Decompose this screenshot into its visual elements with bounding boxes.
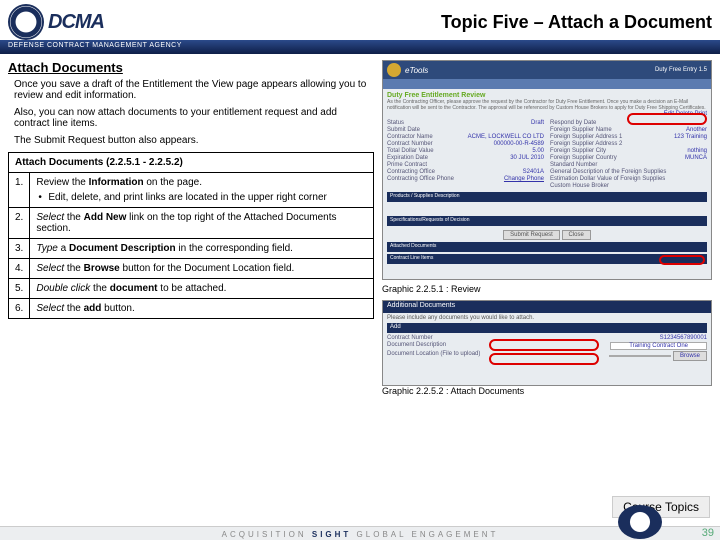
attached-bar: Attached Documents [387, 242, 707, 252]
seal-icon [387, 63, 401, 77]
caption-1: Graphic 2.2.5.1 : Review [382, 284, 712, 294]
steps-header: Attach Documents (2.2.5.1 - 2.2.5.2) [9, 153, 374, 173]
file-input[interactable] [609, 355, 671, 357]
f: Contract Number [387, 141, 433, 147]
section-title: Attach Documents [8, 60, 374, 75]
step-text: Review the Information on the page. Edit… [30, 173, 374, 208]
f: Foreign Supplier Address 1 [550, 134, 622, 140]
f: Contracting Office [387, 169, 435, 175]
footer-seal-icon [618, 505, 662, 539]
add-bar[interactable]: Add [387, 323, 707, 333]
spec-bar: Specifications/Requests of Decision [387, 216, 707, 226]
f: Custom House Broker [550, 183, 609, 189]
step-num: 6. [9, 299, 30, 319]
f: Contracting Office Phone [387, 176, 454, 182]
step-text: Select the add button. [30, 299, 374, 319]
f: Document Description [387, 342, 446, 350]
f: General Description of the Foreign Suppl… [550, 169, 666, 175]
browse-button[interactable]: Browse [673, 351, 707, 361]
highlight-ring [489, 339, 599, 351]
step-bullet: Edit, delete, and print links are locate… [36, 192, 367, 203]
f: Respond by Date [550, 120, 596, 126]
logo-text: DCMA [48, 11, 104, 34]
v: 5.00 [532, 148, 544, 154]
ss-sub: As the Contracting Officer, please appro… [387, 99, 707, 111]
step-text: Select the Browse button for the Documen… [30, 259, 374, 279]
v: Another [686, 127, 707, 133]
step-num: 3. [9, 239, 30, 259]
f: Expiration Date [387, 155, 428, 161]
table-row: 1. Review the Information on the page. E… [9, 173, 374, 208]
f: Foreign Supplier Country [550, 155, 617, 161]
f: Total Dollar Value [387, 148, 434, 154]
topic-title: Topic Five – Attach a Document [441, 12, 712, 33]
submit-request-button[interactable]: Submit Request [503, 230, 560, 240]
v: S1234567890001 [660, 335, 707, 341]
highlight-ring [627, 113, 707, 125]
v: Draft [531, 120, 544, 126]
step-num: 5. [9, 279, 30, 299]
v: 123 Training [674, 134, 707, 140]
v: MUNCA [685, 155, 707, 161]
page-number: 39 [702, 527, 714, 539]
step-num: 1. [9, 173, 30, 208]
additional-docs-head: Additional Documents [383, 301, 711, 313]
v: 30 JUL 2010 [510, 155, 544, 161]
f: Foreign Supplier Name [550, 127, 612, 133]
f: Submit Date [387, 127, 420, 133]
f: Contractor Name [387, 134, 433, 140]
intro-p2: Also, you can now attach documents to yo… [8, 107, 374, 129]
v: nothing [687, 148, 707, 154]
close-button[interactable]: Close [562, 230, 591, 240]
intro-p3: The Submit Request button also appears. [8, 135, 374, 146]
table-row: 3.Type a Document Description in the cor… [9, 239, 374, 259]
f: Prime Contract [387, 162, 427, 168]
highlight-ring [489, 353, 599, 365]
f: Document Location (File to upload) [387, 351, 480, 361]
caption-2: Graphic 2.2.5.2 : Attach Documents [382, 386, 712, 396]
table-row: 6.Select the add button. [9, 299, 374, 319]
v: 000000-00-R-4589 [494, 141, 544, 147]
f: Contract Number [387, 335, 433, 341]
f: Foreign Supplier City [550, 148, 606, 154]
products-bar: Products / Supplies Description [387, 192, 707, 202]
step-text: Double click the document to be attached… [30, 279, 374, 299]
dcma-seal-icon [8, 4, 44, 40]
etools-label: eTools [405, 66, 428, 75]
step-text: Select the Add New link on the top right… [30, 208, 374, 239]
f: Foreign Supplier Address 2 [550, 141, 622, 147]
intro-p1: Once you save a draft of the Entitlement… [8, 79, 374, 101]
step-main: Review the Information on the page. [36, 177, 367, 188]
ss-title: Duty Free Entitlement Review [387, 92, 707, 99]
ss2-sub: Please include any documents you would l… [387, 315, 707, 321]
highlight-ring [659, 255, 705, 265]
agency-bar: DEFENSE CONTRACT MANAGEMENT AGENCY [0, 40, 720, 54]
logo: DCMA [8, 4, 104, 40]
v: ACME, LOCKWELL CO LTD [468, 134, 544, 140]
table-row: 2.Select the Add New link on the top rig… [9, 208, 374, 239]
attach-screenshot: Additional Documents Please include any … [382, 300, 712, 386]
table-row: 4.Select the Browse button for the Docum… [9, 259, 374, 279]
step-num: 2. [9, 208, 30, 239]
f: Standard Number [550, 162, 597, 168]
doc-desc-input[interactable]: Training Contract One [610, 342, 707, 350]
footer-tagline: ACQUISITION SIGHT GLOBAL ENGAGEMENT [222, 530, 499, 539]
v: S2401A [523, 169, 544, 175]
f: Status [387, 120, 404, 126]
review-screenshot: eTools Duty Free Entry 1.5 Duty Free Ent… [382, 60, 712, 280]
f: Estimation Dollar Value of Foreign Suppl… [550, 176, 665, 182]
table-row: 5.Double click the document to be attach… [9, 279, 374, 299]
duty-bar: Duty Free Entry 1.5 [655, 67, 707, 73]
step-text: Type a Document Description in the corre… [30, 239, 374, 259]
step-num: 4. [9, 259, 30, 279]
change-phone-link[interactable]: Change Phone [504, 176, 544, 182]
steps-table: Attach Documents (2.2.5.1 - 2.2.5.2) 1. … [8, 152, 374, 319]
